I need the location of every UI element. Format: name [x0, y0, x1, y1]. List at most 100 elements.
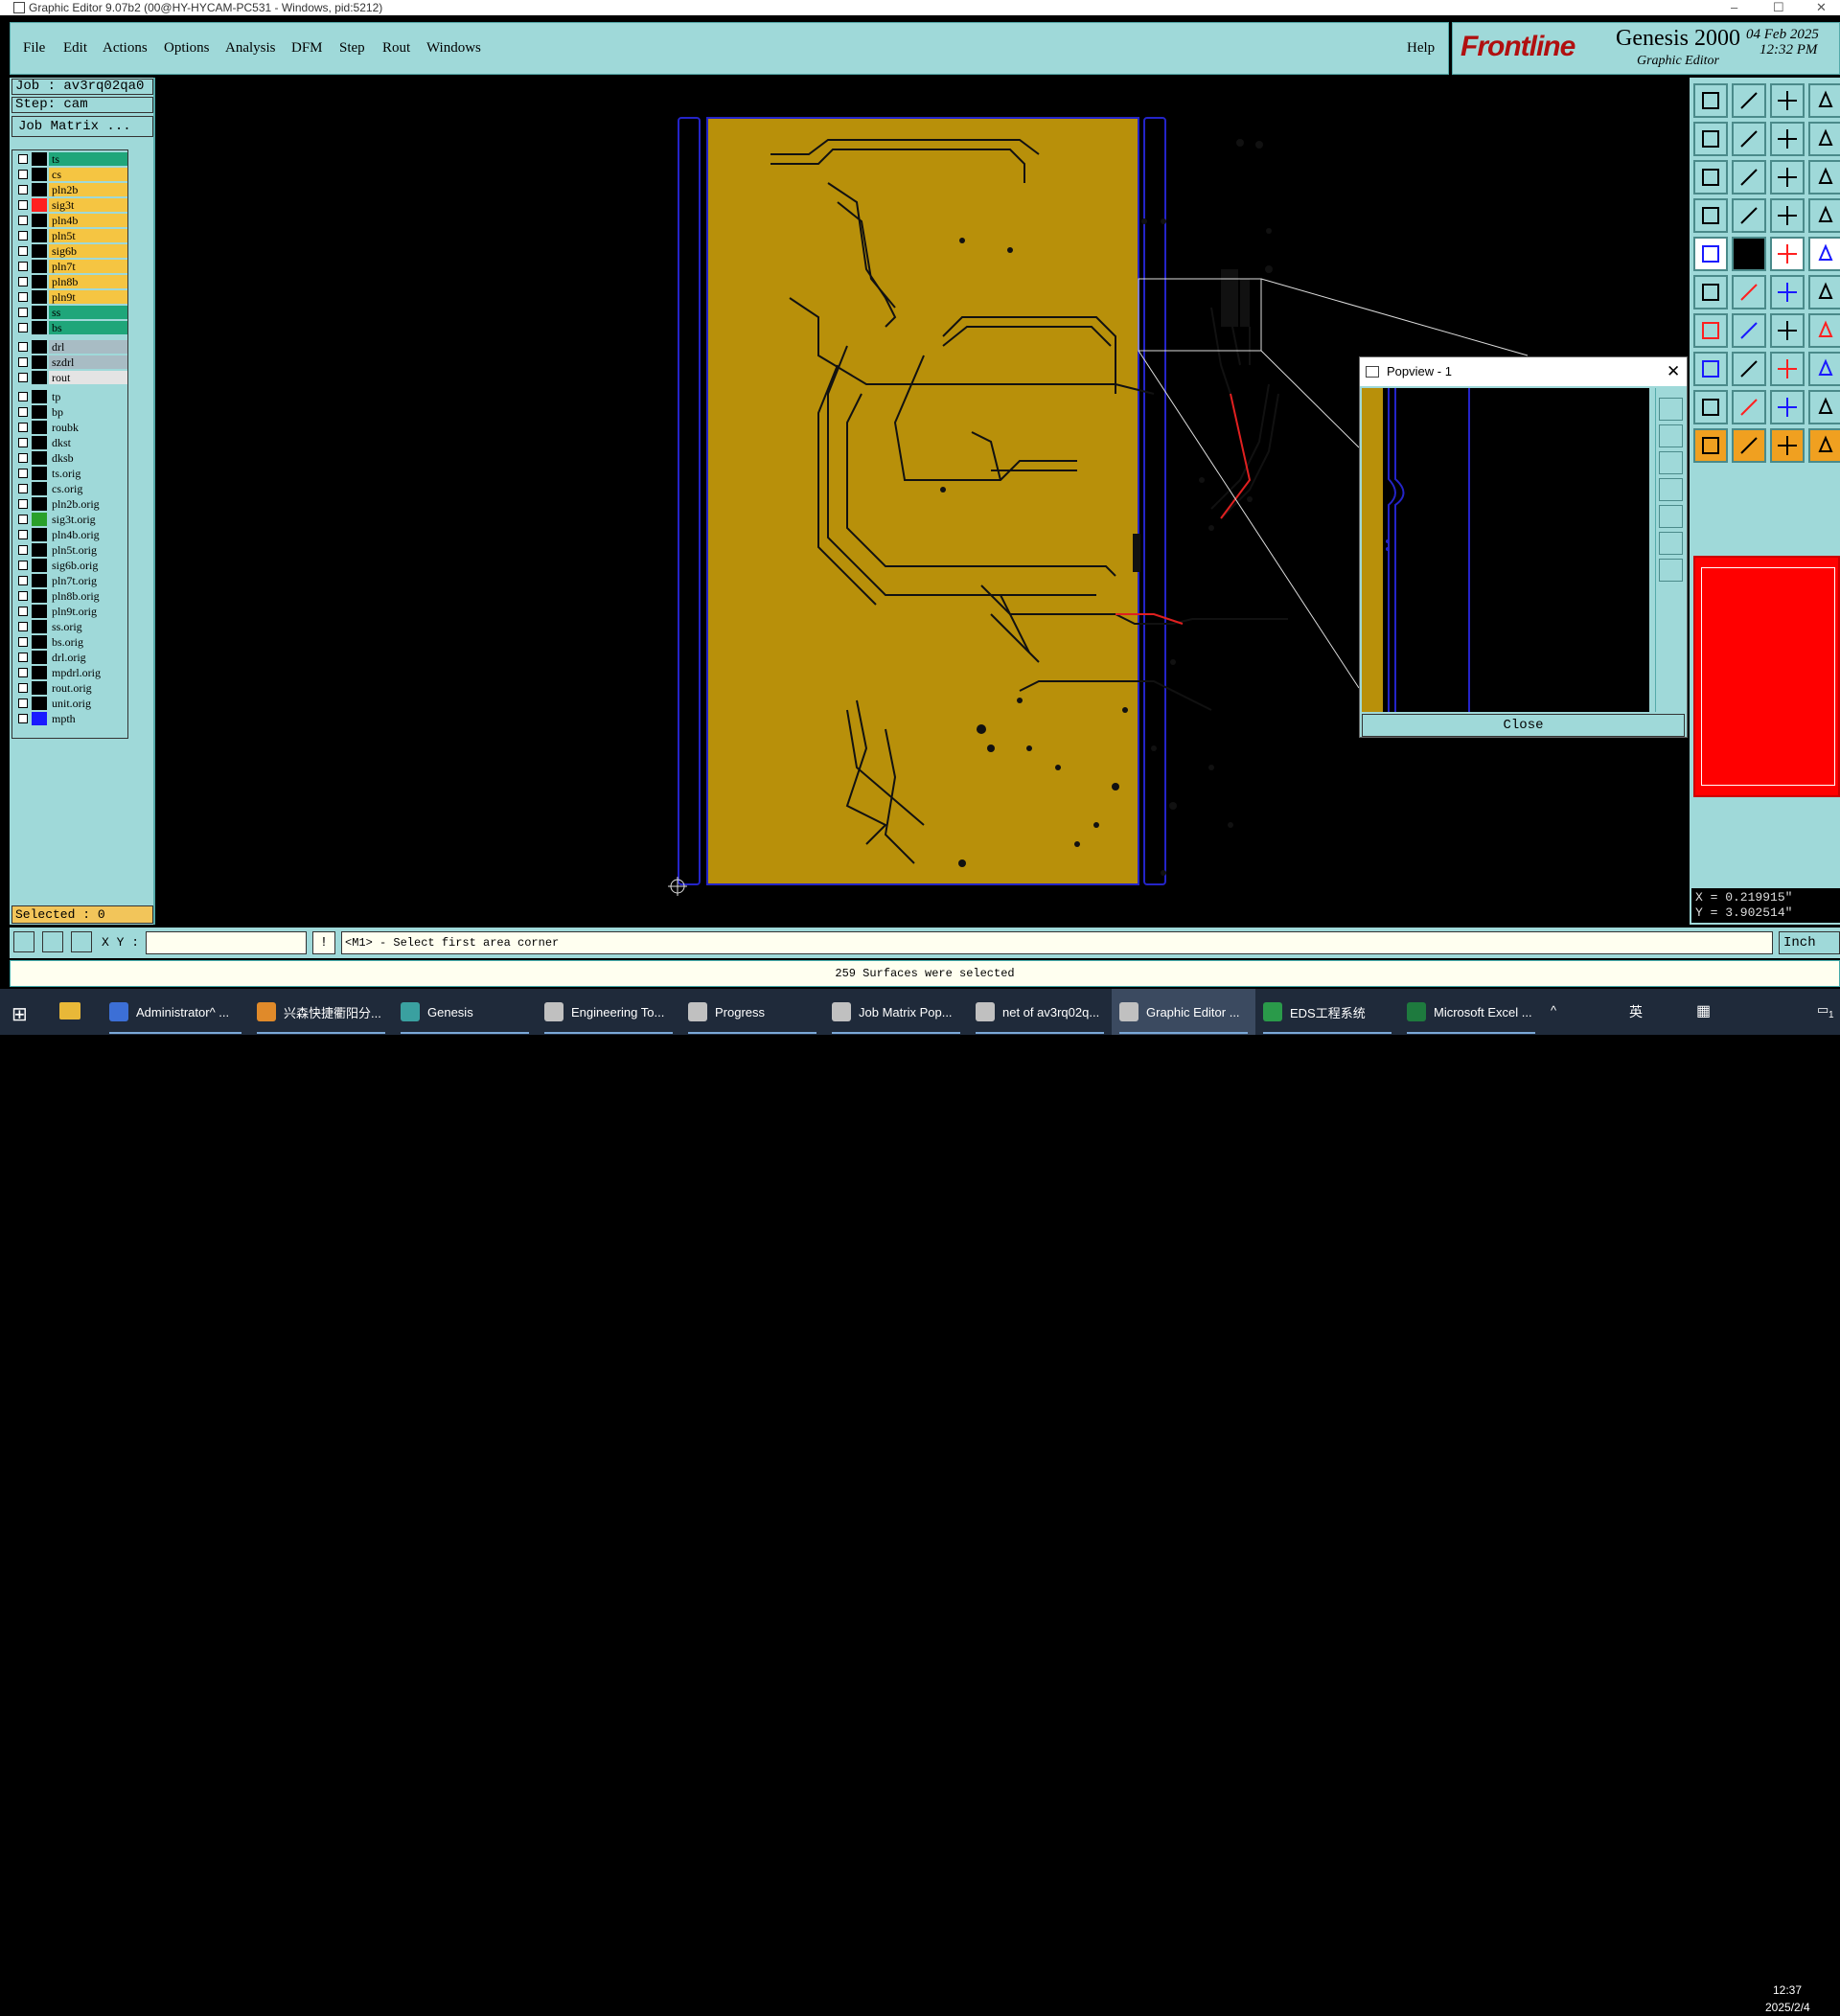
edit-tool-button[interactable]: [1693, 313, 1728, 348]
layer-checkbox[interactable]: [18, 438, 28, 447]
layer-checkbox[interactable]: [18, 392, 28, 401]
edit-tool-button[interactable]: [1808, 313, 1840, 348]
layer-row[interactable]: sig3t.orig: [14, 513, 127, 526]
layer-color-swatch[interactable]: [32, 306, 47, 319]
layer-row[interactable]: mpdrl.orig: [14, 666, 127, 679]
layer-name[interactable]: ts: [49, 152, 127, 166]
layer-name[interactable]: drl: [49, 340, 127, 354]
info-button[interactable]: !: [312, 931, 335, 954]
layer-color-swatch[interactable]: [32, 321, 47, 334]
layer-color-swatch[interactable]: [32, 275, 47, 288]
layer-checkbox[interactable]: [18, 170, 28, 179]
edit-tool-button[interactable]: [1770, 275, 1805, 309]
layer-checkbox[interactable]: [18, 216, 28, 225]
layer-color-swatch[interactable]: [32, 467, 47, 480]
start-icon[interactable]: ⊞: [12, 1002, 28, 1026]
edit-tool-button[interactable]: [1770, 352, 1805, 386]
layer-color-swatch[interactable]: [32, 620, 47, 633]
layer-checkbox[interactable]: [18, 637, 28, 647]
layer-name[interactable]: pln8b: [49, 275, 127, 288]
menu-dfm[interactable]: DFM: [291, 40, 323, 57]
layer-checkbox[interactable]: [18, 357, 28, 367]
view-tool-button[interactable]: [1693, 83, 1728, 118]
layer-color-swatch[interactable]: [32, 290, 47, 304]
menu-options[interactable]: Options: [164, 40, 210, 57]
layer-name[interactable]: cs: [49, 168, 127, 181]
notification-icon[interactable]: ▭: [1817, 1002, 1828, 1018]
view-tool-button[interactable]: [1770, 122, 1805, 156]
layer-checkbox[interactable]: [18, 515, 28, 524]
menu-rout[interactable]: Rout: [382, 40, 410, 57]
layer-row[interactable]: sig6b.orig: [14, 559, 127, 572]
view-tool-button[interactable]: [1770, 198, 1805, 233]
taskbar-item[interactable]: Job Matrix Pop...: [824, 989, 968, 1035]
popview-tool-button[interactable]: [1659, 451, 1683, 474]
layer-checkbox[interactable]: [18, 277, 28, 286]
layer-row[interactable]: pln2b.orig: [14, 497, 127, 511]
layer-color-swatch[interactable]: [32, 712, 47, 725]
menu-help[interactable]: Help: [1407, 40, 1435, 57]
layer-color-swatch[interactable]: [32, 405, 47, 419]
layer-checkbox[interactable]: [18, 499, 28, 509]
maximize-button[interactable]: ☐: [1773, 0, 1784, 15]
taskbar-item[interactable]: 兴森快捷衢阳分...: [249, 989, 393, 1035]
overview-map[interactable]: [1693, 556, 1840, 797]
edit-tool-button[interactable]: [1770, 390, 1805, 424]
layer-color-swatch[interactable]: [32, 152, 47, 166]
layer-checkbox[interactable]: [18, 561, 28, 570]
layer-color-swatch[interactable]: [32, 651, 47, 664]
layer-checkbox[interactable]: [18, 323, 28, 332]
layer-row[interactable]: drl.orig: [14, 651, 127, 664]
layer-checkbox[interactable]: [18, 622, 28, 631]
layer-row[interactable]: ss.orig: [14, 620, 127, 633]
layer-color-swatch[interactable]: [32, 371, 47, 384]
layer-row[interactable]: sig6b: [14, 244, 127, 258]
layer-row[interactable]: pln4b.orig: [14, 528, 127, 541]
layer-row[interactable]: ts: [14, 152, 127, 166]
edit-tool-button[interactable]: [1693, 275, 1728, 309]
layer-color-swatch[interactable]: [32, 605, 47, 618]
view-tool-button[interactable]: [1693, 160, 1728, 195]
layer-checkbox[interactable]: [18, 231, 28, 241]
select-tool-button[interactable]: [1808, 428, 1840, 463]
edit-tool-button[interactable]: [1693, 352, 1728, 386]
layer-name[interactable]: rout.orig: [49, 681, 127, 695]
edit-tool-button[interactable]: [1770, 313, 1805, 348]
layer-color-swatch[interactable]: [32, 355, 47, 369]
layer-checkbox[interactable]: [18, 469, 28, 478]
layer-name[interactable]: bs.orig: [49, 635, 127, 649]
layer-name[interactable]: cs.orig: [49, 482, 127, 495]
layer-row[interactable]: rout: [14, 371, 127, 384]
layer-name[interactable]: pln4b: [49, 214, 127, 227]
layer-checkbox[interactable]: [18, 576, 28, 585]
layer-name[interactable]: pln8b.orig: [49, 589, 127, 603]
layer-checkbox[interactable]: [18, 530, 28, 539]
layer-name[interactable]: ts.orig: [49, 467, 127, 480]
layer-color-swatch[interactable]: [32, 513, 47, 526]
layer-checkbox[interactable]: [18, 246, 28, 256]
popview-tool-button[interactable]: [1659, 532, 1683, 555]
layer-color-swatch[interactable]: [32, 340, 47, 354]
menu-analysis[interactable]: Analysis: [225, 40, 276, 57]
layer-name[interactable]: sig3t.orig: [49, 513, 127, 526]
taskbar-item[interactable]: net of av3rq02q...: [968, 989, 1112, 1035]
layer-checkbox[interactable]: [18, 607, 28, 616]
view-tool-button[interactable]: [1770, 83, 1805, 118]
layer-name[interactable]: tp: [49, 390, 127, 403]
minimize-button[interactable]: –: [1731, 0, 1737, 14]
job-matrix-button[interactable]: Job Matrix ...: [12, 116, 153, 137]
popview-tool-button[interactable]: [1659, 505, 1683, 528]
layer-color-swatch[interactable]: [32, 436, 47, 449]
layer-color-swatch[interactable]: [32, 198, 47, 212]
layer-color-swatch[interactable]: [32, 697, 47, 710]
layer-color-swatch[interactable]: [32, 589, 47, 603]
grid-mode-icon[interactable]: [71, 931, 92, 952]
layer-row[interactable]: roubk: [14, 421, 127, 434]
layer-name[interactable]: bs: [49, 321, 127, 334]
layer-name[interactable]: sig6b.orig: [49, 559, 127, 572]
layer-color-swatch[interactable]: [32, 421, 47, 434]
layer-name[interactable]: roubk: [49, 421, 127, 434]
layer-name[interactable]: bp: [49, 405, 127, 419]
layer-row[interactable]: pln8b: [14, 275, 127, 288]
taskbar-item[interactable]: Administrator^ ...: [102, 989, 249, 1035]
